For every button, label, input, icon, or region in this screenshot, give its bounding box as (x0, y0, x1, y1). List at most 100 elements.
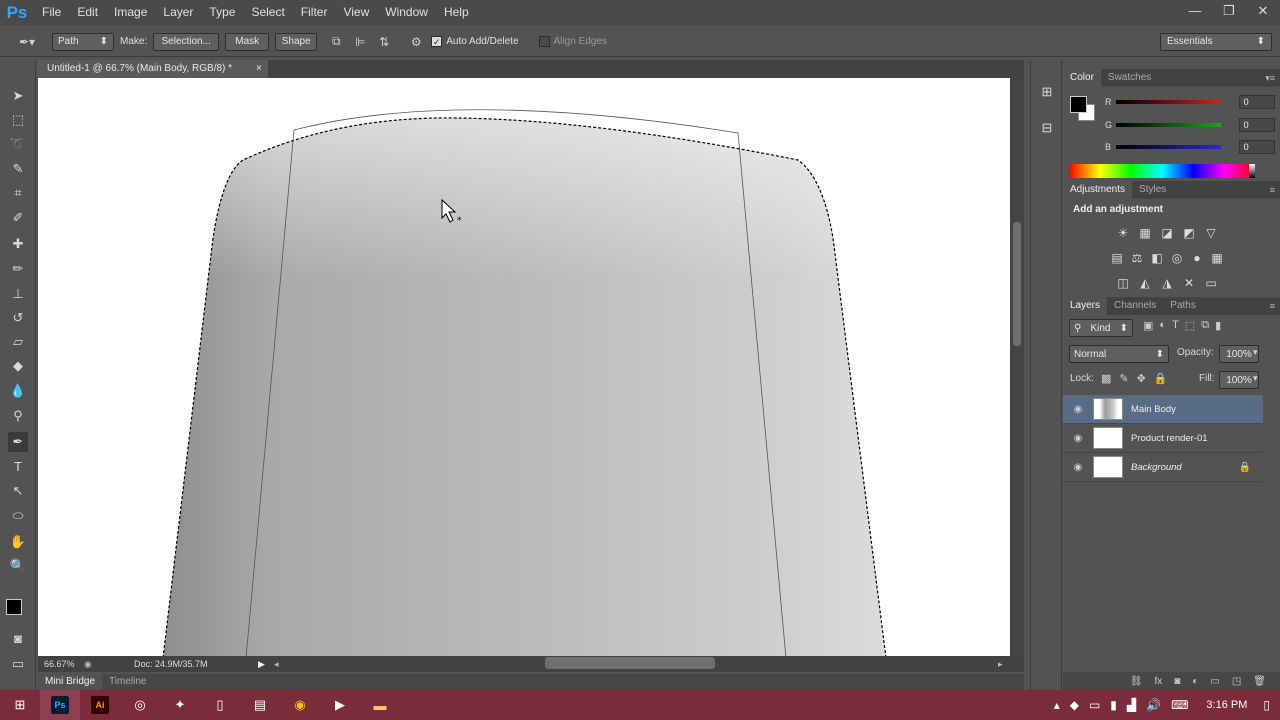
path-operations-icon[interactable]: ⧉ (327, 33, 345, 51)
zoom-level[interactable]: 66.67% (38, 659, 84, 669)
menu-edit[interactable]: Edit (69, 0, 106, 25)
taskbar-photoshop[interactable]: Ps (40, 690, 80, 720)
tab-timeline[interactable]: Timeline (102, 674, 153, 690)
tab-swatches[interactable]: Swatches (1101, 69, 1158, 87)
dodge-tool-icon[interactable]: ⚲ (8, 406, 28, 426)
horizontal-scroll-thumb[interactable] (545, 657, 715, 669)
crop-tool-icon[interactable]: ⌗ (8, 183, 28, 203)
make-shape-button[interactable]: Shape (275, 32, 318, 51)
eye-icon[interactable]: ◉ (1063, 462, 1093, 473)
menu-image[interactable]: Image (106, 0, 155, 25)
hand-tool-icon[interactable]: ✋ (8, 532, 28, 552)
color-foreground-swatch[interactable] (1070, 96, 1087, 113)
vertical-scroll-thumb[interactable] (1013, 222, 1021, 346)
filter-smart-object-icon[interactable]: ⧉ (1201, 319, 1209, 332)
scroll-right-arrow-icon[interactable]: ▸ (998, 659, 1003, 670)
new-layer-icon[interactable]: ◳ (1232, 676, 1241, 687)
menu-type[interactable]: Type (201, 0, 243, 25)
close-button[interactable]: ✕ (1246, 0, 1280, 25)
lasso-tool-icon[interactable]: ➰ (8, 134, 28, 154)
restore-button[interactable]: ❐ (1212, 0, 1246, 25)
hue-saturation-icon[interactable]: ▤ (1107, 251, 1127, 265)
lock-transparent-icon[interactable]: ▩ (1101, 372, 1111, 385)
fill-chevron-icon[interactable]: ▾ (1253, 373, 1258, 384)
volume-icon[interactable]: 🔊 (1146, 698, 1161, 712)
tab-layers[interactable]: Layers (1063, 297, 1108, 315)
taskbar-app-3[interactable]: ▯ (200, 690, 240, 720)
panel-menu-icon[interactable]: ≡ (1270, 185, 1275, 195)
link-layers-icon[interactable]: ⛓ (1130, 676, 1143, 687)
filter-type-icon[interactable]: T (1172, 319, 1179, 332)
windows-start-icon[interactable]: ⊞ (0, 690, 40, 720)
red-slider[interactable] (1116, 100, 1221, 104)
path-alignment-icon[interactable]: ⊫ (351, 33, 369, 51)
paint-bucket-tool-icon[interactable]: ◆ (8, 356, 28, 376)
screen-mode-icon[interactable]: ▭ (8, 654, 28, 674)
notifications-icon[interactable]: ▯ (1263, 698, 1270, 712)
taskbar-app-2[interactable]: ✦ (160, 690, 200, 720)
channel-mixer-icon[interactable]: ● (1187, 251, 1207, 265)
keyboard-icon[interactable]: ⌨ (1171, 698, 1188, 712)
invert-icon[interactable]: ◫ (1112, 276, 1134, 290)
path-mode-select[interactable]: Path ⬍ (52, 32, 114, 51)
status-preview-icon[interactable]: ◉ (84, 659, 134, 670)
marquee-tool-icon[interactable]: ⬚ (8, 110, 28, 130)
blur-tool-icon[interactable]: 💧 (8, 381, 28, 401)
levels-icon[interactable]: ▦ (1134, 226, 1156, 240)
menu-file[interactable]: File (34, 0, 69, 25)
battery-icon[interactable]: ▮ (1110, 698, 1117, 712)
minimize-button[interactable]: — (1178, 0, 1212, 25)
panel-menu-icon[interactable]: ▾≡ (1265, 73, 1275, 84)
taskbar-chrome[interactable]: ◉ (280, 690, 320, 720)
color-spectrum-ramp[interactable] (1069, 164, 1255, 178)
network-icon[interactable]: ▟ (1127, 698, 1136, 712)
opacity-chevron-icon[interactable]: ▾ (1253, 347, 1258, 358)
document-tab[interactable]: Untitled-1 @ 66.7% (Main Body, RGB/8) * × (38, 60, 268, 78)
tray-chevron-icon[interactable]: ▴ (1054, 698, 1060, 712)
panel-menu-icon[interactable]: ≡ (1270, 301, 1275, 311)
tab-adjustments[interactable]: Adjustments (1063, 181, 1133, 199)
vertical-scrollbar[interactable] (1010, 78, 1024, 656)
photo-filter-icon[interactable]: ◎ (1167, 251, 1187, 265)
vibrance-icon[interactable]: ▽ (1200, 226, 1222, 240)
eraser-tool-icon[interactable]: ▱ (8, 332, 28, 352)
layer-filter-select[interactable]: ⚲ Kind ⬍ (1069, 319, 1133, 337)
blend-mode-select[interactable]: Normal ⬍ (1069, 345, 1169, 363)
gear-icon[interactable]: ⚙ (407, 33, 425, 51)
history-brush-tool-icon[interactable]: ↺ (8, 308, 28, 328)
tab-color[interactable]: Color (1063, 69, 1101, 87)
taskbar-file-explorer[interactable]: ▬ (360, 690, 400, 720)
green-value-field[interactable]: 0 (1238, 118, 1275, 132)
red-value-field[interactable]: 0 (1238, 95, 1275, 109)
brightness-contrast-icon[interactable]: ☀ (1112, 226, 1134, 240)
gradient-map-icon[interactable]: ▭ (1200, 276, 1222, 290)
properties-panel-icon[interactable]: ⊟ (1037, 118, 1057, 138)
lock-position-icon[interactable]: ✥ (1137, 372, 1146, 385)
tab-mini-bridge[interactable]: Mini Bridge (38, 674, 103, 690)
make-selection-button[interactable]: Selection... (153, 32, 220, 51)
document-canvas[interactable]: * (38, 78, 1010, 656)
taskbar-app-1[interactable]: ◎ (120, 690, 160, 720)
filter-pixel-icon[interactable]: ▣ (1143, 319, 1153, 332)
healing-brush-tool-icon[interactable]: ✚ (8, 234, 28, 254)
menu-window[interactable]: Window (377, 0, 436, 25)
auto-add-delete-checkbox[interactable]: ✓ (431, 36, 443, 47)
lock-pixels-icon[interactable]: ✎ (1119, 372, 1128, 385)
layer-row-main-body[interactable]: ◉ Main Body (1063, 395, 1263, 424)
exposure-icon[interactable]: ◩ (1178, 226, 1200, 240)
pen-tool-preset-icon[interactable]: ✒▾ (18, 33, 36, 51)
black-white-icon[interactable]: ◧ (1147, 251, 1167, 265)
eye-icon[interactable]: ◉ (1063, 433, 1093, 444)
blue-slider[interactable] (1116, 145, 1221, 149)
workspace-select[interactable]: Essentials ⬍ (1160, 32, 1272, 51)
color-balance-icon[interactable]: ⚖ (1127, 251, 1147, 265)
tab-styles[interactable]: Styles (1132, 181, 1173, 199)
zoom-tool-icon[interactable]: 🔍 (8, 556, 28, 576)
new-group-icon[interactable]: ▭ (1210, 676, 1219, 687)
quick-mask-icon[interactable]: ◙ (8, 629, 28, 649)
path-selection-tool-icon[interactable]: ↖ (8, 481, 28, 501)
posterize-icon[interactable]: ◭ (1134, 276, 1156, 290)
taskbar-illustrator[interactable]: Ai (80, 690, 120, 720)
move-tool-icon[interactable]: ➤ (8, 86, 28, 106)
pen-tool-icon[interactable]: ✒ (8, 432, 28, 452)
